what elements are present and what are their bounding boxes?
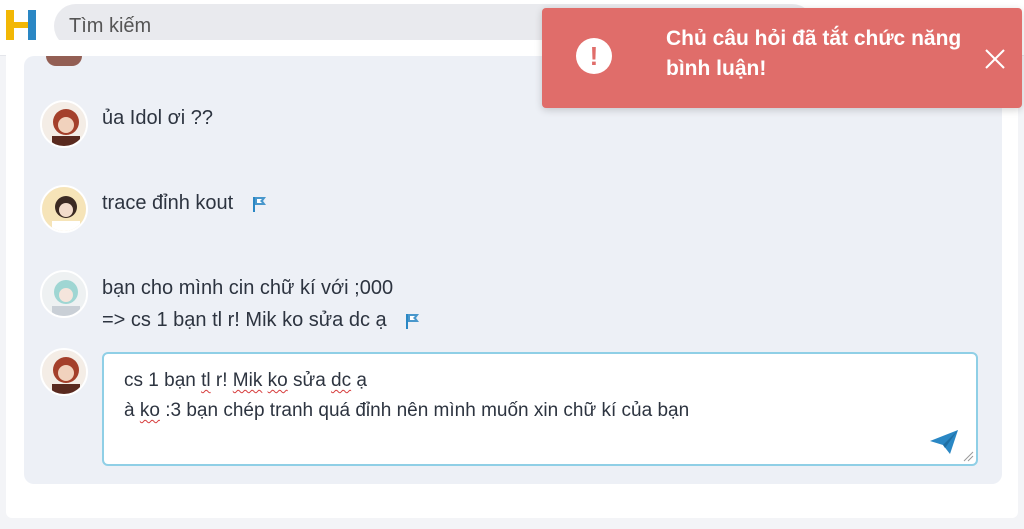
send-icon[interactable] [928,428,960,456]
comment-text: ủa Idol ơi ?? [102,107,213,129]
reply-text-line: cs 1 bạn tl r! Mik ko sửa dc ạ [124,370,367,391]
avatar[interactable] [40,100,88,148]
resize-handle-icon[interactable] [962,450,974,462]
report-flag-icon[interactable] [404,312,422,330]
report-flag-icon[interactable] [251,195,269,213]
avatar[interactable] [40,185,88,233]
error-toast: ! Chủ câu hỏi đã tắt chức năng bình luận… [542,8,1022,108]
hoc24-logo[interactable] [4,4,40,44]
avatar[interactable] [40,270,88,318]
reply-textarea[interactable]: cs 1 bạn tl r! Mik ko sửa dc ạ à ko :3 b… [102,352,978,466]
close-icon[interactable] [983,47,1007,71]
avatar [46,56,82,66]
reply-text-line: à ko :3 bạn chép tranh quá đỉnh nên mình… [124,400,690,421]
comment-content: => cs 1 bạn tl r! Mik ko sửa dc ạ [102,306,422,334]
comment-text: bạn cho mình cin chữ kí với ;000 [102,277,394,299]
comment-text: trace đỉnh kout [102,192,234,214]
comment-text: => cs 1 bạn tl r! Mik ko sửa dc ạ [102,309,387,331]
exclamation-icon: ! [576,38,612,74]
comment-content: trace đỉnh kout [102,189,269,217]
avatar[interactable] [40,348,88,396]
toast-message: Chủ câu hỏi đã tắt chức năng bình luận! [666,27,962,80]
